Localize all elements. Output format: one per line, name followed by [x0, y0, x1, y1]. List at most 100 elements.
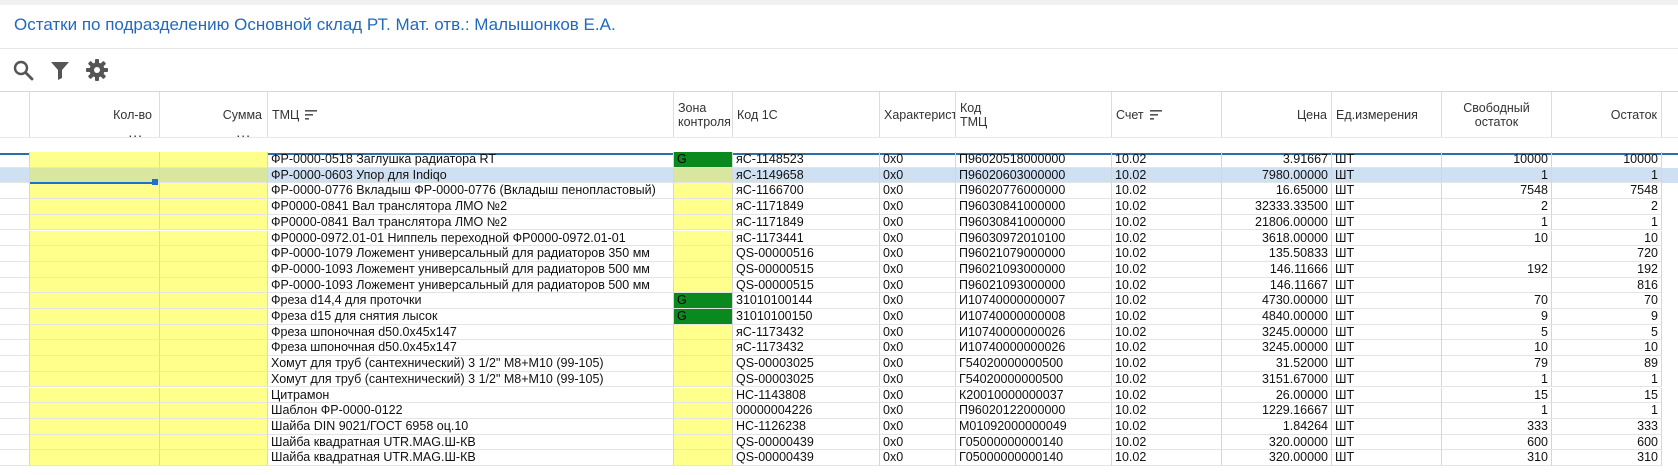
cell-row-marker[interactable] — [0, 434, 30, 451]
sort-icon[interactable] — [1149, 109, 1162, 120]
table-row[interactable]: Фреза d15 для снятия лысок G 31010100150 0x… — [0, 309, 1678, 325]
cell-code1c[interactable]: QS-00000439 — [733, 434, 880, 451]
cell-rest[interactable]: 10 — [1552, 230, 1662, 247]
cell-free[interactable]: 192 — [1442, 261, 1552, 278]
table-row[interactable]: ФР-0000-1079 Ложемент универсальный для … — [0, 246, 1678, 262]
table-row[interactable]: Хомут для труб (сантехнический) 3 1/2" М… — [0, 371, 1678, 388]
cell-free[interactable] — [1442, 246, 1552, 262]
cell-code1c[interactable]: 31010100144 — [733, 293, 880, 309]
table-row[interactable]: ФР0000-0841 Вал транслятора ЛМО №2 яС-117… — [0, 199, 1678, 215]
cell-price[interactable]: 4730.00000 — [1222, 293, 1332, 309]
cell-zone[interactable] — [674, 387, 733, 404]
cell-char[interactable]: 0x0 — [880, 293, 956, 309]
cell-price[interactable]: 7980.00000 — [1222, 167, 1332, 184]
cell-tmc[interactable]: Фреза d15 для снятия лысок — [268, 309, 674, 325]
cell-tmc[interactable]: Шаблон ФР-0000-0122 — [268, 403, 674, 419]
table-row[interactable]: ФР-0000-1093 Ложемент универсальный для … — [0, 261, 1678, 278]
cell-unit[interactable]: ШТ — [1332, 356, 1442, 372]
table-row[interactable]: Шайба DIN 9021/ГОСТ 6958 оц.10 НС-1126238… — [0, 418, 1678, 435]
cell-code1c[interactable]: яС-1173432 — [733, 340, 880, 357]
cell-code-tmc[interactable]: И10740000000008 — [956, 309, 1112, 325]
cell-qty-input[interactable] — [30, 387, 160, 404]
cell-rest[interactable]: 333 — [1552, 418, 1662, 435]
cell-account[interactable]: 10.02 — [1112, 183, 1222, 200]
cell-row-marker[interactable] — [0, 293, 30, 309]
cell-tmc[interactable]: Хомут для труб (сантехнический) 3 1/2" М… — [268, 356, 674, 372]
cell-code1c[interactable]: QS-00000516 — [733, 246, 880, 262]
cell-tmc[interactable]: Фреза шпоночная d50.0x45x147 — [268, 324, 674, 341]
cell-code1c[interactable]: QS-00000515 — [733, 261, 880, 278]
cell-unit[interactable]: ШТ — [1332, 434, 1442, 451]
cell-code-tmc[interactable]: И10740000000007 — [956, 293, 1112, 309]
cell-code1c[interactable]: QS-00000439 — [733, 450, 880, 466]
cell-zone[interactable]: G — [674, 309, 733, 325]
cell-code-tmc[interactable]: П96030972010100 — [956, 230, 1112, 247]
cell-free[interactable]: 1 — [1442, 167, 1552, 184]
cell-free[interactable]: 7548 — [1442, 183, 1552, 200]
cell-row-marker[interactable] — [0, 167, 30, 184]
cell-char[interactable]: 0x0 — [880, 403, 956, 419]
cell-zone[interactable] — [674, 261, 733, 278]
cell-rest[interactable]: 816 — [1552, 277, 1662, 294]
cell-code-tmc[interactable]: Г54020000000500 — [956, 371, 1112, 388]
table-row[interactable]: Хомут для труб (сантехнический) 3 1/2" М… — [0, 356, 1678, 372]
cell-qty-input[interactable] — [30, 309, 160, 325]
cell-char[interactable]: 0x0 — [880, 199, 956, 215]
cell-qty-input[interactable] — [30, 183, 160, 200]
cell-zone[interactable] — [674, 230, 733, 247]
cell-tmc[interactable]: ФР0000-0972.01-01 Ниппель переходной ФР0… — [268, 230, 674, 247]
cell-sum-input[interactable] — [160, 403, 268, 419]
cell-price[interactable]: 146.11667 — [1222, 277, 1332, 294]
cell-sum-input[interactable] — [160, 230, 268, 247]
cell-rest[interactable]: 600 — [1552, 434, 1662, 451]
cell-sum-input[interactable] — [160, 418, 268, 435]
cell-sum-input[interactable] — [160, 340, 268, 357]
table-row[interactable]: Цитрамон НС-1143808 0x0 К20010000000037 10.0… — [0, 387, 1678, 404]
cell-rest[interactable]: 7548 — [1552, 183, 1662, 200]
cell-code1c[interactable]: яС-1148523 — [733, 152, 880, 168]
cell-code-tmc[interactable]: П96030841000000 — [956, 214, 1112, 231]
cell-qty-input[interactable] — [30, 199, 160, 215]
cell-tmc[interactable]: ФР-0000-0518 Заглушка радиатора RT — [268, 152, 674, 168]
cell-zone[interactable] — [674, 277, 733, 294]
cell-tmc[interactable]: Хомут для труб (сантехнический) 3 1/2" М… — [268, 371, 674, 388]
cell-tmc[interactable]: ФР-0000-1093 Ложемент универсальный для … — [268, 261, 674, 278]
cell-code1c[interactable]: 00000004226 — [733, 403, 880, 419]
cell-row-marker[interactable] — [0, 340, 30, 357]
cell-unit[interactable]: ШТ — [1332, 387, 1442, 404]
cell-code1c[interactable]: яС-1149658 — [733, 167, 880, 184]
cell-code-tmc[interactable]: Г05000000000140 — [956, 450, 1112, 466]
header-account[interactable]: Счет — [1112, 92, 1222, 137]
cell-zone[interactable] — [674, 434, 733, 451]
cell-free[interactable]: 1 — [1442, 371, 1552, 388]
cell-account[interactable]: 10.02 — [1112, 152, 1222, 168]
cell-tmc[interactable]: ФР0000-0841 Вал транслятора ЛМО №2 — [268, 199, 674, 215]
cell-qty-input[interactable] — [30, 261, 160, 278]
cell-tmc[interactable]: Фреза шпоночная d50.0x45x147 — [268, 340, 674, 357]
cell-code-tmc[interactable]: М01092000000049 — [956, 418, 1112, 435]
cell-zone[interactable] — [674, 356, 733, 372]
cell-row-marker[interactable] — [0, 230, 30, 247]
cell-sum-input[interactable] — [160, 152, 268, 168]
cell-unit[interactable]: ШТ — [1332, 167, 1442, 184]
cell-char[interactable]: 0x0 — [880, 387, 956, 404]
cell-code1c[interactable]: QS-00003025 — [733, 356, 880, 372]
header-sum[interactable]: Сумма ... — [160, 92, 268, 137]
table-row[interactable]: ФР-0000-1093 Ложемент универсальный для … — [0, 277, 1678, 294]
cell-unit[interactable]: ШТ — [1332, 371, 1442, 388]
header-qty[interactable]: Кол-во ... — [30, 92, 160, 137]
cell-qty-input[interactable] — [30, 324, 160, 341]
cell-unit[interactable]: ШТ — [1332, 324, 1442, 341]
cell-row-marker[interactable] — [0, 324, 30, 341]
cell-code-tmc[interactable]: П96020122000000 — [956, 403, 1112, 419]
cell-char[interactable]: 0x0 — [880, 434, 956, 451]
cell-code1c[interactable]: QS-00000515 — [733, 277, 880, 294]
cell-char[interactable]: 0x0 — [880, 450, 956, 466]
cell-row-marker[interactable] — [0, 309, 30, 325]
cell-code1c[interactable]: НС-1126238 — [733, 418, 880, 435]
cell-qty-input[interactable] — [30, 246, 160, 262]
table-row[interactable]: ФР-0000-0603 Упор для Indiqo яС-1149658 0x… — [0, 167, 1678, 184]
cell-row-marker[interactable] — [0, 371, 30, 388]
cell-sum-input[interactable] — [160, 387, 268, 404]
cell-tmc[interactable]: ФР-0000-0603 Упор для Indiqo — [268, 167, 674, 184]
